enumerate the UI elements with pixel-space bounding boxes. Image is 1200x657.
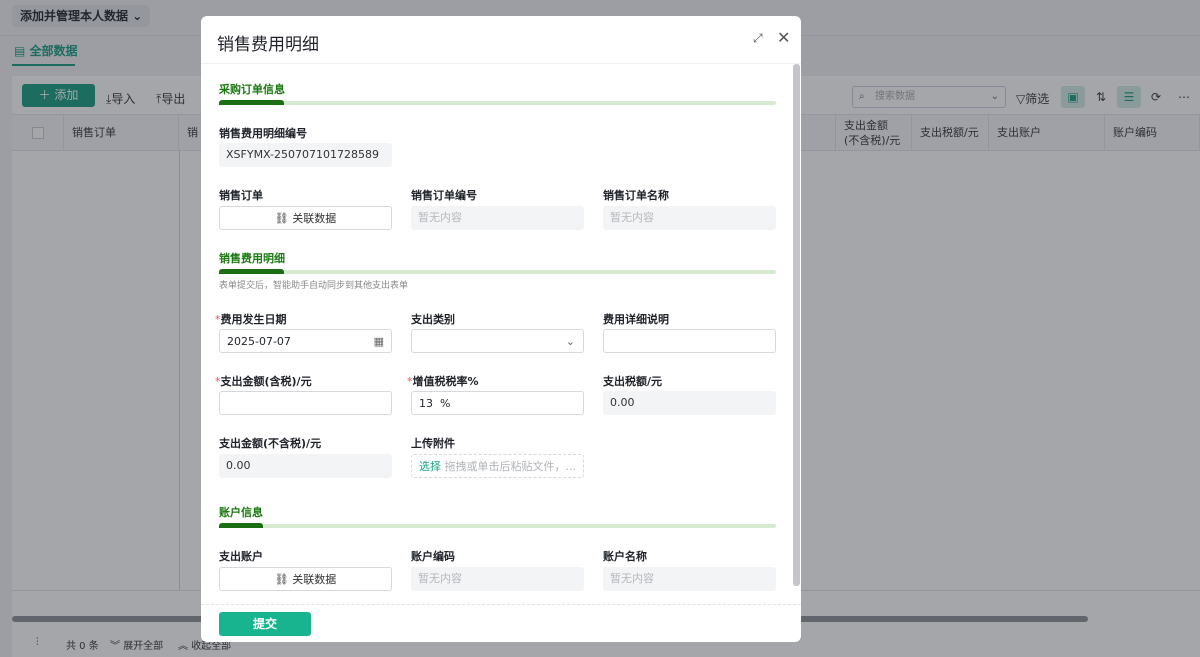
date-value: 2025-07-07 — [227, 335, 291, 348]
account-name-field: 暂无内容 — [603, 567, 776, 591]
upload-select-link[interactable]: 选择 — [419, 460, 441, 473]
field-label: *支出金额(含税)/元 — [215, 375, 312, 388]
net-amount-field: 0.00 — [219, 454, 392, 478]
field-label: 销售订单名称 — [603, 189, 669, 202]
tax-amount-field: 0.00 — [603, 391, 776, 415]
upload-dropzone[interactable]: 选择 拖拽或单击后粘贴文件，... — [411, 454, 584, 478]
chevron-down-icon: ⌄ — [565, 335, 575, 348]
link-account-button[interactable]: ⛓ 关联数据 — [219, 567, 392, 591]
link-icon: ⛓ — [274, 573, 289, 586]
section-hint: 表单提交后，智能助手自动同步到其他支出表单 — [219, 281, 409, 291]
field-label: 销售费用明细编号 — [219, 127, 307, 140]
category-select[interactable]: ⌄ — [411, 329, 584, 353]
close-icon[interactable]: ✕ — [777, 28, 790, 47]
link-label: 关联数据 — [292, 212, 337, 225]
description-input[interactable] — [603, 329, 776, 353]
field-label: 支出账户 — [219, 550, 263, 563]
field-label: *费用发生日期 — [215, 313, 287, 326]
code-field: XSFYMX-250707101728589 — [219, 143, 392, 167]
order-no-field: 暂无内容 — [411, 206, 584, 230]
section-title: 销售费用明细 — [219, 252, 285, 265]
field-label: 销售订单 — [219, 189, 263, 202]
field-label: 销售订单编号 — [411, 189, 477, 202]
vertical-scrollbar[interactable] — [793, 64, 800, 586]
amount-input[interactable] — [219, 391, 392, 415]
expense-detail-modal: 销售费用明细 ⤢ ✕ 采购订单信息 销售费用明细编号 XSFYMX-250707… — [201, 16, 801, 642]
field-label: 支出税额/元 — [603, 375, 663, 388]
date-picker[interactable]: 2025-07-07 ▦ — [219, 329, 392, 353]
field-label: *增值税税率% — [407, 375, 479, 388]
expand-icon[interactable]: ⤢ — [753, 31, 763, 46]
section-title: 采购订单信息 — [219, 83, 285, 96]
field-label: 费用详细说明 — [603, 313, 669, 326]
section-title: 账户信息 — [219, 506, 263, 519]
field-label: 上传附件 — [411, 437, 455, 450]
link-icon: ⛓ — [274, 212, 289, 225]
tax-rate-input[interactable]: 13 % — [411, 391, 584, 415]
order-name-field: 暂无内容 — [603, 206, 776, 230]
modal-title: 销售费用明细 — [217, 35, 319, 55]
link-order-button[interactable]: ⛓ 关联数据 — [219, 206, 392, 230]
account-code-field: 暂无内容 — [411, 567, 584, 591]
upload-hint: 拖拽或单击后粘贴文件，... — [444, 460, 577, 473]
field-label: 账户编码 — [411, 550, 455, 563]
field-label: 支出金额(不含税)/元 — [219, 437, 322, 450]
section-bar — [219, 523, 776, 528]
divider — [201, 63, 801, 64]
label-text: 费用发生日期 — [220, 313, 287, 326]
field-label: 账户名称 — [603, 550, 647, 563]
section-bar — [219, 269, 776, 274]
submit-button[interactable]: 提交 — [219, 612, 311, 636]
calendar-icon: ▦ — [373, 335, 384, 348]
label-text: 支出金额(含税)/元 — [220, 375, 312, 388]
link-label: 关联数据 — [292, 573, 337, 586]
section-bar — [219, 100, 776, 105]
field-label: 支出类别 — [411, 313, 455, 326]
label-text: 增值税税率% — [412, 375, 479, 388]
divider — [201, 604, 801, 605]
